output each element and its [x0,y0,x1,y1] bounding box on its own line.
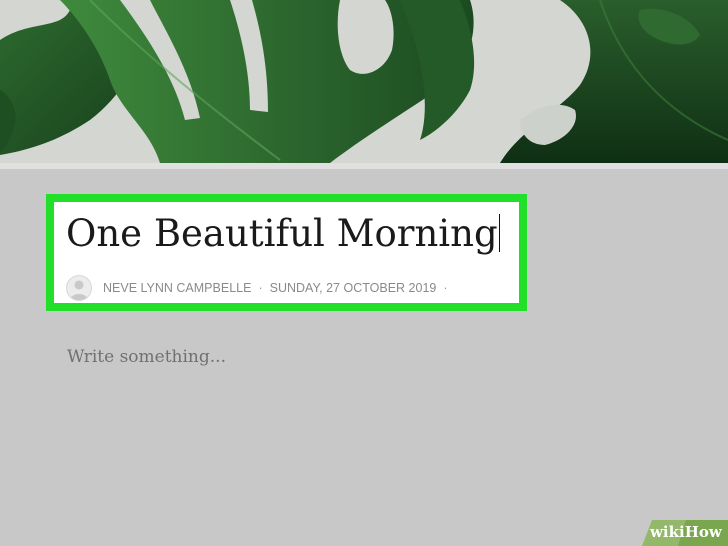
watermark-how: How [684,523,722,541]
post-body-input[interactable]: Write something... [67,347,226,367]
text-caret [498,214,501,252]
author-name: NEVE LYNN CAMPBELLE [103,281,252,295]
monstera-leaves-image [0,0,728,163]
user-avatar-icon [66,275,92,301]
header-image [0,0,728,163]
post-date: SUNDAY, 27 OCTOBER 2019 [269,281,437,295]
post-title-editor[interactable]: One Beautiful Morning NEVE LYNN CAMPBELL… [46,194,527,311]
post-title: One Beautiful Morning [66,212,498,255]
post-title-field[interactable]: One Beautiful Morning [66,212,501,255]
meta-separator: · [258,281,263,295]
wikihow-watermark: wikiHow [642,520,728,546]
meta-separator-trailing: · [443,281,448,295]
watermark-text: wikiHow [650,523,722,541]
post-meta: NEVE LYNN CAMPBELLE · SUNDAY, 27 OCTOBER… [66,275,455,301]
watermark-wiki: wiki [650,523,685,541]
header-divider [0,163,728,169]
